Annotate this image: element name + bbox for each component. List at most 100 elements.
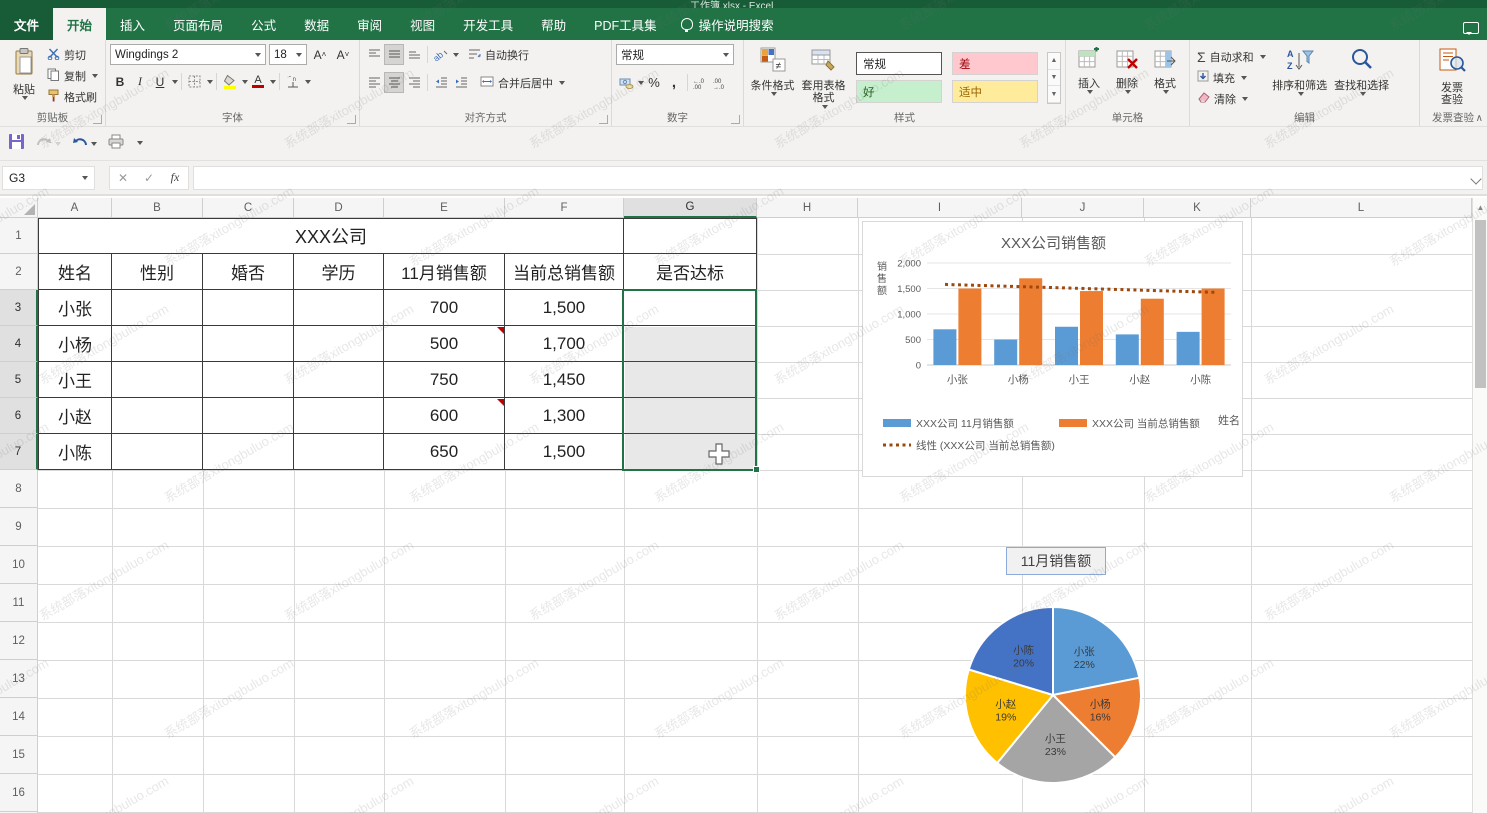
- selection-border[interactable]: [622, 289, 757, 471]
- align-top-button[interactable]: [364, 44, 384, 65]
- column-header-C[interactable]: C: [203, 198, 294, 218]
- cell-C4[interactable]: [203, 326, 294, 362]
- gallery-up-button[interactable]: ▲: [1048, 53, 1060, 70]
- row-header-12[interactable]: 12: [0, 622, 38, 660]
- paste-dropdown[interactable]: [22, 96, 28, 100]
- cell-C5[interactable]: [203, 362, 294, 398]
- pie-chart-title[interactable]: 11月销售额: [1006, 547, 1106, 575]
- cell-header-F2[interactable]: 当前总销售额: [505, 254, 624, 290]
- cell-header-C2[interactable]: 婚否: [203, 254, 294, 290]
- style-neutral[interactable]: 适中: [952, 80, 1038, 103]
- font-dialog-launcher[interactable]: [347, 115, 356, 124]
- style-bad[interactable]: 差: [952, 52, 1038, 75]
- cell-C3[interactable]: [203, 290, 294, 326]
- font-color-button[interactable]: A: [248, 71, 268, 92]
- format-cells-button[interactable]: 格式: [1146, 44, 1184, 106]
- cell-header-G2[interactable]: 是否达标: [624, 254, 757, 290]
- column-header-F[interactable]: F: [505, 198, 624, 218]
- tab-developer[interactable]: 开发工具: [449, 8, 527, 40]
- row-header-11[interactable]: 11: [0, 584, 38, 622]
- cell-F3[interactable]: 1,500: [505, 290, 624, 326]
- cell-header-B2[interactable]: 性别: [112, 254, 203, 290]
- grow-font-button[interactable]: A˄: [310, 44, 330, 65]
- comma-style-button[interactable]: ,: [664, 72, 684, 93]
- align-middle-button[interactable]: [384, 44, 404, 65]
- save-button[interactable]: [8, 133, 25, 155]
- tab-home[interactable]: 开始: [53, 8, 106, 40]
- select-all-button[interactable]: [0, 198, 38, 218]
- cell-A6[interactable]: 小赵: [38, 398, 112, 434]
- increase-decimal-button[interactable]: ←.0.00: [691, 72, 711, 93]
- accounting-format-button[interactable]: [616, 72, 636, 93]
- sort-filter-button[interactable]: AZ 排序和筛选: [1269, 44, 1331, 106]
- row-header-7[interactable]: 7: [0, 434, 38, 470]
- cell-B3[interactable]: [112, 290, 203, 326]
- column-header-L[interactable]: L: [1251, 198, 1472, 218]
- shrink-font-button[interactable]: A˅: [333, 44, 353, 65]
- column-header-E[interactable]: E: [384, 198, 505, 218]
- column-header-I[interactable]: I: [858, 198, 1022, 218]
- tab-page-layout[interactable]: 页面布局: [159, 8, 237, 40]
- enter-button[interactable]: ✓: [136, 171, 162, 185]
- cell-B6[interactable]: [112, 398, 203, 434]
- borders-button[interactable]: [185, 71, 205, 92]
- row-header-3[interactable]: 3: [0, 290, 38, 326]
- underline-button[interactable]: U: [150, 71, 170, 92]
- paste-button[interactable]: 粘贴: [4, 44, 44, 106]
- print-preview-button[interactable]: [107, 133, 125, 154]
- cell-A4[interactable]: 小杨: [38, 326, 112, 362]
- gallery-more-button[interactable]: ▼: [1048, 86, 1060, 103]
- name-box[interactable]: G3: [2, 166, 95, 190]
- column-header-J[interactable]: J: [1022, 198, 1144, 218]
- delete-cells-button[interactable]: 删除: [1108, 44, 1146, 106]
- formula-input[interactable]: [193, 166, 1483, 190]
- clear-button[interactable]: 清除: [1194, 88, 1269, 109]
- row-header-6[interactable]: 6: [0, 398, 38, 434]
- cancel-button[interactable]: ✕: [110, 171, 136, 185]
- phonetic-guide-button[interactable]: ˈ˘ n: [283, 71, 303, 92]
- collapse-ribbon-button[interactable]: ∧: [1476, 113, 1483, 124]
- italic-button[interactable]: I: [130, 71, 150, 92]
- cell-D4[interactable]: [294, 326, 384, 362]
- cell-F7[interactable]: 1,500: [505, 434, 624, 470]
- bar-chart[interactable]: XXX公司销售额销售额05001,0001,5002,000小张小杨小王小赵小陈…: [862, 221, 1243, 477]
- tab-view[interactable]: 视图: [396, 8, 449, 40]
- cell-B7[interactable]: [112, 434, 203, 470]
- insert-function-button[interactable]: fx: [162, 170, 188, 185]
- find-select-button[interactable]: 查找和选择: [1331, 44, 1393, 106]
- cell-header-A2[interactable]: 姓名: [38, 254, 112, 290]
- cell-B5[interactable]: [112, 362, 203, 398]
- scroll-up-arrow[interactable]: ▲: [1473, 198, 1487, 216]
- pie-chart[interactable]: 小张22%小杨16%小王23%小赵19%小陈20%: [943, 585, 1163, 805]
- cell-F5[interactable]: 1,450: [505, 362, 624, 398]
- cell-header-D2[interactable]: 学历: [294, 254, 384, 290]
- undo-button[interactable]: [71, 134, 97, 153]
- scrollbar-thumb[interactable]: [1475, 220, 1486, 388]
- formula-bar-expand-button[interactable]: [1472, 170, 1486, 184]
- tab-formulas[interactable]: 公式: [237, 8, 290, 40]
- clipboard-dialog-launcher[interactable]: [93, 115, 102, 124]
- cut-button[interactable]: 剪切: [44, 44, 101, 65]
- cell-D7[interactable]: [294, 434, 384, 470]
- fill-color-button[interactable]: [220, 71, 240, 92]
- cell-E4[interactable]: 500: [384, 326, 505, 362]
- cell-E6[interactable]: 600: [384, 398, 505, 434]
- cell-A7[interactable]: 小陈: [38, 434, 112, 470]
- style-normal[interactable]: 常规: [856, 52, 942, 75]
- row-header-9[interactable]: 9: [0, 508, 38, 546]
- cell-D3[interactable]: [294, 290, 384, 326]
- increase-indent-button[interactable]: [451, 72, 471, 93]
- autosum-button[interactable]: Σ 自动求和: [1194, 46, 1269, 67]
- vertical-scrollbar[interactable]: ▲: [1472, 198, 1487, 813]
- qat-customize-button[interactable]: [135, 135, 143, 153]
- number-format-combo[interactable]: 常规: [616, 44, 734, 65]
- row-header-1[interactable]: 1: [0, 218, 38, 254]
- cell-E5[interactable]: 750: [384, 362, 505, 398]
- cell-title-A1[interactable]: XXX公司: [38, 218, 624, 254]
- tell-me-search[interactable]: 操作说明搜索: [671, 8, 784, 40]
- wrap-text-button[interactable]: 自动换行: [465, 44, 532, 65]
- font-name-combo[interactable]: Wingdings 2: [110, 44, 266, 65]
- cell-B4[interactable]: [112, 326, 203, 362]
- conditional-formatting-button[interactable]: ≠ 条件格式: [748, 44, 797, 106]
- fill-handle[interactable]: [753, 466, 760, 473]
